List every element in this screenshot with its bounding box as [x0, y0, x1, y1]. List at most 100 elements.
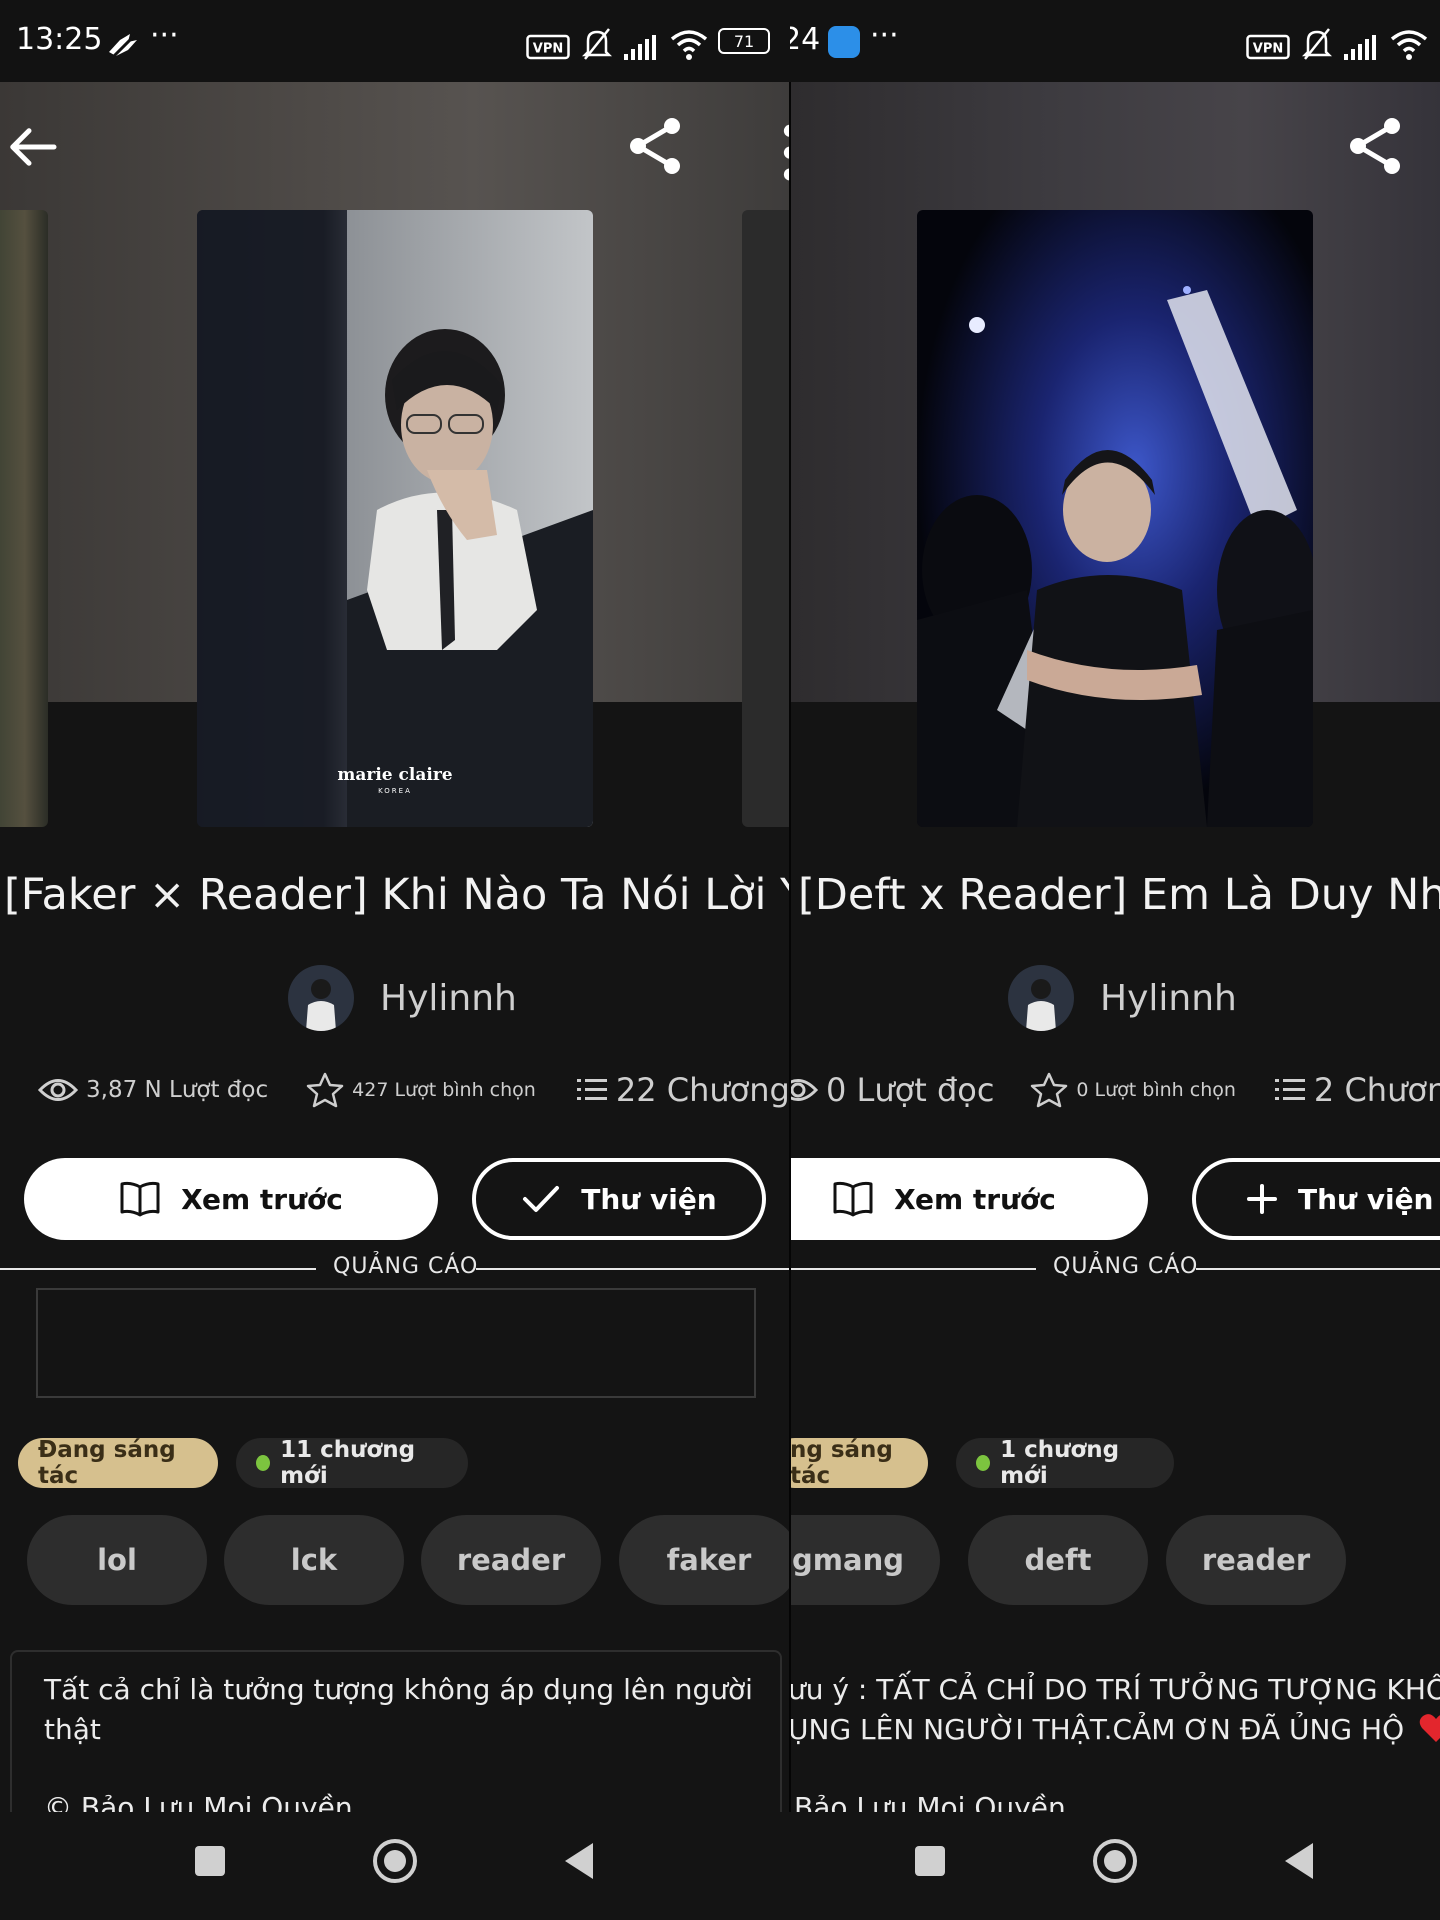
library-label: Thư viện	[581, 1182, 717, 1216]
votes-stat: 427 Lượt bình chọn	[306, 1072, 536, 1108]
author-avatar	[1008, 965, 1074, 1031]
chapters-count: 22 Chương	[615, 1071, 790, 1109]
system-nav-bar	[790, 1812, 1440, 1920]
new-chapters-badge[interactable]: 1 chương mới	[956, 1437, 1174, 1489]
ad-label: QUẢNG CÁO	[333, 1254, 479, 1279]
next-story-cover[interactable]	[742, 210, 790, 827]
tag-deft[interactable]: deft	[968, 1515, 1148, 1605]
heart-icon	[1419, 1714, 1440, 1742]
cover-photo-image: marie claire KOREA	[197, 210, 593, 827]
story-title: [Faker × Reader] Khi Nào Ta Nói Lời Yêu	[4, 870, 790, 920]
chapters-stat: 22 Chương	[576, 1071, 790, 1109]
vpn-icon: VPN	[526, 34, 570, 60]
vpn-icon: VPN	[1246, 34, 1290, 60]
new-dot-icon	[976, 1455, 991, 1471]
status-badge: Đang sáng tác	[18, 1437, 218, 1489]
cover-photo-image	[917, 210, 1313, 827]
tag-angmang[interactable]: angmang	[790, 1515, 940, 1605]
svg-text:VPN: VPN	[1253, 42, 1283, 57]
ad-divider-right	[1196, 1268, 1440, 1270]
status-badge: ng sáng tác	[790, 1437, 928, 1489]
signal-icon	[1344, 35, 1376, 60]
home-circle-icon[interactable]	[372, 1838, 418, 1884]
home-circle-icon[interactable]	[1092, 1838, 1138, 1884]
description-line-2: ỤNG LÊN NGƯỜI THẬT.CẢM ƠN ĐÃ ỦNG HỘ	[790, 1710, 1440, 1750]
more-options-icon[interactable]	[760, 124, 790, 184]
preview-button[interactable]: Xem trước	[790, 1158, 1148, 1240]
plus-icon	[1247, 1184, 1277, 1214]
share-icon[interactable]	[626, 116, 686, 176]
votes-count: 427 Lượt bình chọn	[352, 1079, 536, 1101]
ad-container[interactable]	[36, 1288, 756, 1398]
left-screen: 13:25 ··· VPN 71 marie claire KOREA [Fak…	[0, 0, 790, 1920]
svg-text:marie claire: marie claire	[337, 765, 452, 785]
svg-text:KOREA: KOREA	[378, 787, 412, 795]
tag-lol[interactable]: lol	[27, 1515, 207, 1605]
story-title: [Deft x Reader] Em Là Duy Nhất	[798, 870, 1440, 920]
description-line-1: ưu ý : TẤT CẢ CHỈ DO TRÍ TƯỞNG TƯỢNG KHÔ…	[790, 1673, 1440, 1706]
recents-square-icon[interactable]	[914, 1845, 946, 1877]
back-triangle-icon[interactable]	[563, 1841, 595, 1881]
ad-container[interactable]	[790, 1288, 1440, 1398]
check-icon	[523, 1186, 560, 1212]
status-bar: 13:25 ··· VPN 71	[0, 0, 790, 82]
new-dot-icon	[256, 1455, 271, 1471]
tag-faker[interactable]: faker	[619, 1515, 790, 1605]
description-line-2-text: ỤNG LÊN NGƯỜI THẬT.CẢM ƠN ĐÃ ỦNG HỘ	[790, 1713, 1405, 1746]
story-stats: 3,87 N Lượt đọc 427 Lượt bình chọn 22 Ch…	[38, 1068, 790, 1112]
star-icon	[1031, 1072, 1068, 1108]
status-time-fragment: 24	[790, 22, 821, 57]
description-line-1: Tất cả chỉ là tưởng tượng không áp dụng …	[44, 1673, 753, 1706]
votes-count: 0 Lượt bình chọn	[1076, 1079, 1236, 1101]
more-notifications-icon: ···	[870, 18, 899, 53]
add-to-library-button[interactable]: Thư viện	[1192, 1158, 1440, 1240]
new-chapters-badge[interactable]: 11 chương mới	[236, 1437, 468, 1489]
description-line-2: thật	[44, 1713, 101, 1746]
book-icon	[120, 1181, 160, 1217]
book-icon	[833, 1181, 873, 1217]
tag-reader[interactable]: reader	[421, 1515, 601, 1605]
reads-count: 3,87 N Lượt đọc	[86, 1077, 269, 1103]
author-row[interactable]: Hylinnh	[288, 963, 517, 1033]
tag-reader[interactable]: reader	[1166, 1515, 1346, 1605]
recents-square-icon[interactable]	[194, 1845, 226, 1877]
system-nav-bar	[0, 1812, 790, 1920]
story-cover[interactable]: marie claire KOREA	[197, 210, 593, 827]
library-label: Thư viện	[1298, 1182, 1434, 1216]
more-notifications-icon: ···	[150, 18, 179, 53]
back-arrow-icon[interactable]	[4, 117, 64, 177]
preview-label: Xem trước	[894, 1182, 1056, 1216]
story-cover[interactable]	[917, 210, 1313, 827]
chapters-count: 2 Chương	[1313, 1071, 1440, 1109]
chapters-stat: 2 Chương	[1274, 1071, 1440, 1109]
ad-divider-left	[790, 1268, 1036, 1270]
preview-button[interactable]: Xem trước	[24, 1158, 438, 1240]
author-row[interactable]: Hylinnh	[1008, 963, 1237, 1033]
ad-divider-right	[476, 1268, 790, 1270]
mute-bell-icon	[1302, 28, 1332, 60]
preview-label: Xem trước	[181, 1182, 343, 1216]
author-avatar	[288, 965, 354, 1031]
right-screen: 24 ··· VPN [Deft x Reader] Em Là Duy Nhấ…	[790, 0, 1440, 1920]
wifi-icon	[670, 30, 708, 60]
battery-icon: 71	[718, 28, 770, 54]
new-chapters-label: 1 chương mới	[1000, 1437, 1120, 1489]
author-name: Hylinnh	[1100, 977, 1237, 1019]
mute-bell-icon	[582, 28, 612, 60]
reads-stat: 3,87 N Lượt đọc	[38, 1075, 268, 1105]
back-triangle-icon[interactable]	[1283, 1841, 1315, 1881]
list-icon	[1274, 1079, 1305, 1100]
story-stats: 0 Lượt đọc 0 Lượt bình chọn 2 Chương	[790, 1068, 1440, 1112]
tag-lck[interactable]: lck	[224, 1515, 404, 1605]
wifi-icon	[1390, 30, 1428, 60]
ad-divider-left	[0, 1268, 316, 1270]
screenshot-divider	[789, 82, 791, 1812]
previous-story-cover[interactable]	[0, 210, 48, 827]
status-time: 13:25	[16, 22, 103, 57]
share-icon[interactable]	[1346, 116, 1406, 176]
ad-label: QUẢNG CÁO	[1053, 1254, 1199, 1279]
eye-icon	[38, 1079, 78, 1101]
app-notification-icon	[828, 26, 860, 58]
library-button[interactable]: Thư viện	[472, 1158, 766, 1240]
status-bar: 24 ··· VPN	[790, 0, 1440, 82]
